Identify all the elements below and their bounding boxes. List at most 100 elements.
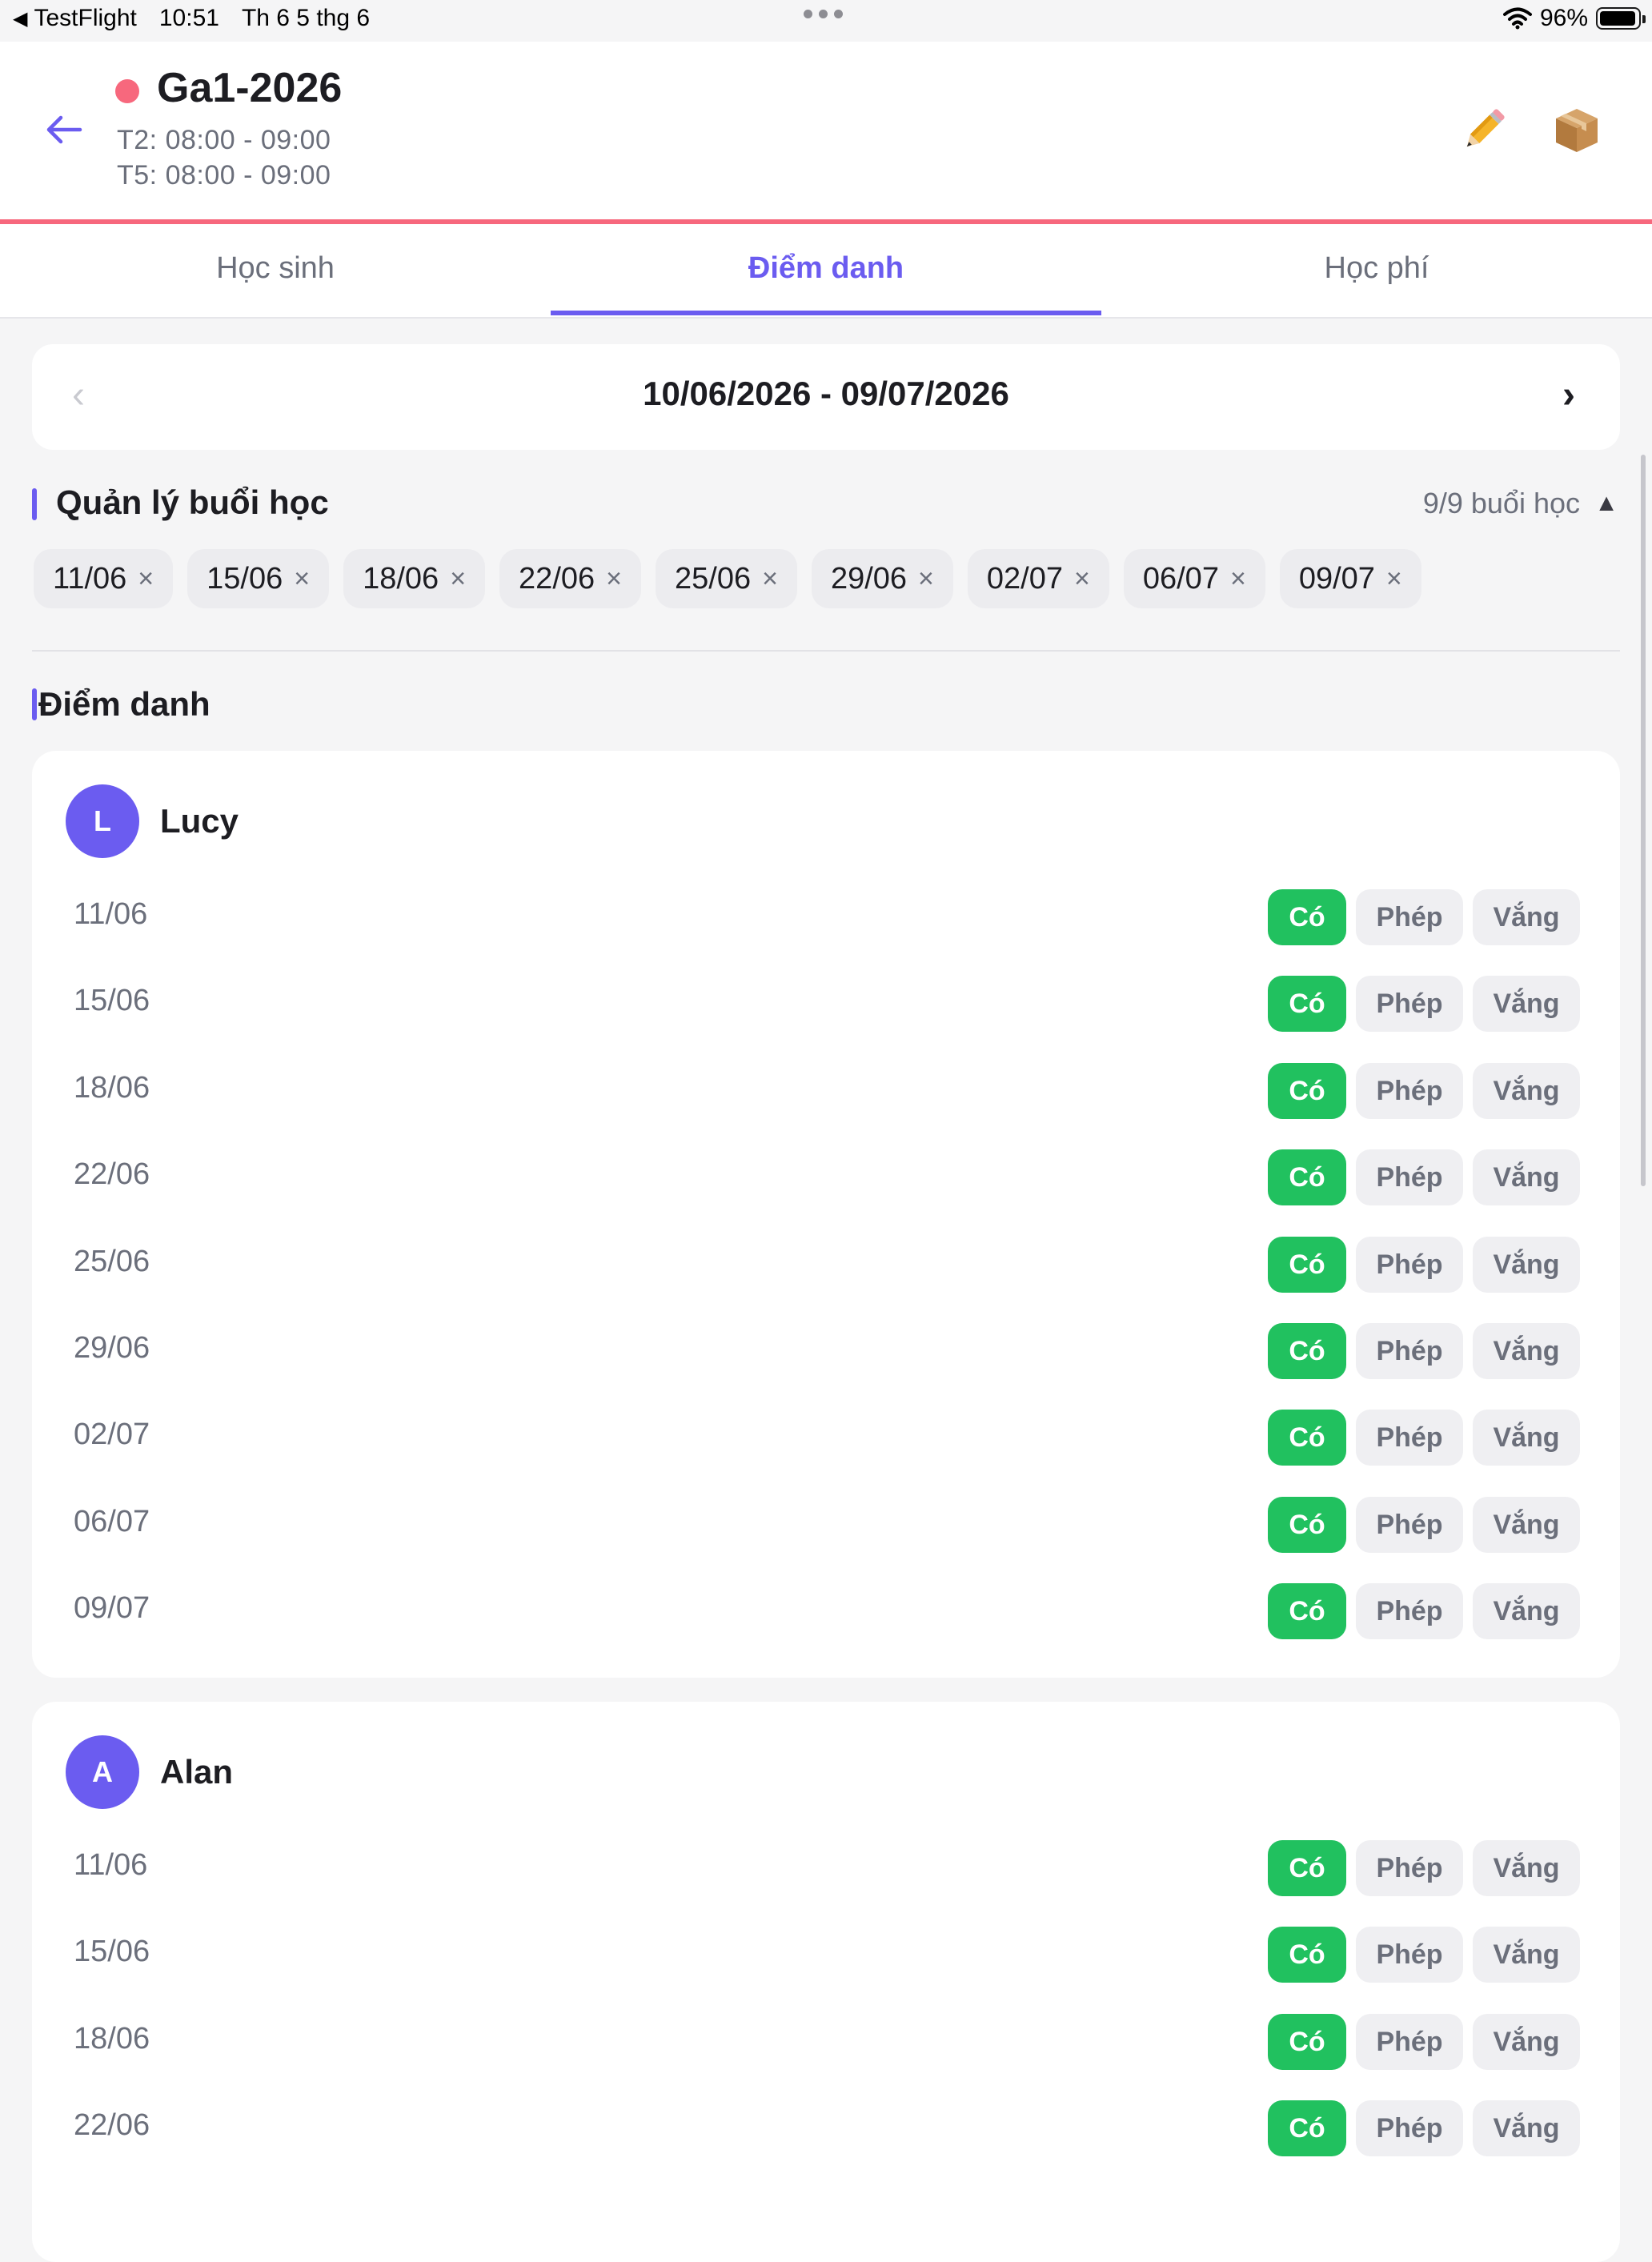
present-button[interactable]: Có [1268,1149,1346,1206]
present-button[interactable]: Có [1268,1496,1346,1553]
tab-bar: Học sinh Điểm danh Học phí [0,224,1652,319]
absent-button[interactable]: Vắng [1473,1410,1580,1466]
present-button[interactable]: Có [1268,2013,1346,2070]
present-button[interactable]: Có [1268,1236,1346,1293]
multitask-dots-icon[interactable] [804,10,843,18]
excused-button[interactable]: Phép [1356,976,1463,1033]
chevron-right-icon[interactable]: › [1562,373,1575,417]
absent-button[interactable]: Vắng [1473,1149,1580,1206]
excused-button[interactable]: Phép [1356,1410,1463,1466]
back-app-label[interactable]: TestFlight [34,5,136,32]
section-accent-bar [32,488,37,520]
absent-button[interactable]: Vắng [1473,1496,1580,1553]
excused-button[interactable]: Phép [1356,1927,1463,1983]
schedule-line: T2: 08:00 - 09:00 [117,125,331,155]
remove-session-icon[interactable]: × [762,563,778,595]
package-icon[interactable] [1551,104,1602,155]
absent-button[interactable]: Vắng [1473,1583,1580,1640]
present-button[interactable]: Có [1268,2100,1346,2157]
excused-button[interactable]: Phép [1356,1583,1463,1640]
excused-button[interactable]: Phép [1356,1236,1463,1293]
battery-percent: 96% [1539,5,1588,31]
present-button[interactable]: Có [1268,1583,1346,1640]
session-chip: 29/06 × [811,549,953,608]
avatar: L [66,784,139,858]
absent-button[interactable]: Vắng [1473,889,1580,945]
student-name: Alan [160,1753,234,1791]
excused-button[interactable]: Phép [1356,2100,1463,2157]
session-chip: 02/07 × [967,549,1109,608]
absent-button[interactable]: Vắng [1473,1062,1580,1119]
attendance-row: 22/06 Có Phép Vắng [32,1149,1620,1210]
excused-button[interactable]: Phép [1356,1062,1463,1119]
remove-session-icon[interactable]: × [294,563,310,595]
remove-session-icon[interactable]: × [606,563,622,595]
absent-button[interactable]: Vắng [1473,1840,1580,1896]
present-button[interactable]: Có [1268,1927,1346,1983]
attendance-row: 11/06 Có Phép Vắng [32,889,1620,950]
student-card: A Alan 11/06 Có Phép Vắng 15/06 Có Phép Vắng 18/06… [32,1702,1620,2262]
session-chip-list: 11/06 × 15/06 × 18/06 × 22/06 × 25/06 × 29/06 × 02/0… [34,549,1421,608]
status-bar-left: ◀ TestFlight 10:51 Th 6 5 thg 6 [13,5,370,32]
excused-button[interactable]: Phép [1356,889,1463,945]
absent-button[interactable]: Vắng [1473,2013,1580,2070]
absent-button[interactable]: Vắng [1473,1323,1580,1379]
present-button[interactable]: Có [1268,1323,1346,1379]
session-chip: 11/06 × [34,549,174,608]
absent-button[interactable]: Vắng [1473,976,1580,1033]
session-chip-label: 06/07 [1142,561,1219,596]
absent-button[interactable]: Vắng [1473,1927,1580,1983]
attendance-date: 18/06 [74,1070,150,1105]
remove-session-icon[interactable]: × [450,563,466,595]
scrollbar[interactable] [1641,455,1646,1186]
tab-tuition[interactable]: Học phí [1101,224,1652,317]
excused-button[interactable]: Phép [1356,1323,1463,1379]
excused-button[interactable]: Phép [1356,1496,1463,1553]
status-date: Th 6 5 thg 6 [241,5,371,31]
present-button[interactable]: Có [1268,976,1346,1033]
attendance-date: 11/06 [74,897,148,931]
attendance-row: 09/07 Có Phép Vắng [32,1583,1620,1644]
back-triangle-icon[interactable]: ◀ [13,7,27,30]
session-manager-title: Quản lý buổi học [56,483,329,521]
status-bar: ◀ TestFlight 10:51 Th 6 5 thg 6 96% [0,0,1652,42]
status-bar-right: 96% [1502,5,1646,32]
tab-students[interactable]: Học sinh [0,224,551,317]
avatar: A [66,1735,139,1809]
attendance-row: 15/06 Có Phép Vắng [32,976,1620,1037]
attendance-date: 15/06 [74,1935,150,1969]
present-button[interactable]: Có [1268,889,1346,945]
attendance-row: 02/07 Có Phép Vắng [32,1410,1620,1470]
present-button[interactable]: Có [1268,1840,1346,1896]
remove-session-icon[interactable]: × [1386,563,1402,595]
remove-session-icon[interactable]: × [1230,563,1246,595]
status-time: 10:51 [158,5,219,31]
section-accent-bar [32,688,37,720]
attendance-row: 18/06 Có Phép Vắng [32,2013,1620,2075]
session-chip: 25/06 × [656,549,797,608]
excused-button[interactable]: Phép [1356,1840,1463,1896]
session-chip-label: 22/06 [519,561,595,596]
attendance-date: 15/06 [74,984,150,1018]
session-chip: 15/06 × [187,549,330,608]
excused-button[interactable]: Phép [1356,2013,1463,2070]
attendance-date: 02/07 [74,1418,150,1452]
back-arrow-icon[interactable] [42,107,86,152]
tab-attendance[interactable]: Điểm danh [551,224,1101,317]
present-button[interactable]: Có [1268,1410,1346,1466]
session-chip-label: 29/06 [830,561,908,596]
remove-session-icon[interactable]: × [918,563,934,595]
student-card: L Lucy 11/06 Có Phép Vắng 15/06 Có Phép Vắng 18/06… [32,751,1620,1678]
absent-button[interactable]: Vắng [1473,2100,1580,2157]
attendance-date: 22/06 [74,2108,150,2143]
attendance-date: 18/06 [74,2021,150,2055]
pencil-icon[interactable] [1458,104,1510,155]
attendance-date: 22/06 [74,1157,150,1192]
collapse-up-icon[interactable]: ▲ [1594,490,1618,517]
absent-button[interactable]: Vắng [1473,1236,1580,1293]
excused-button[interactable]: Phép [1356,1149,1463,1206]
schedule-line: T5: 08:00 - 09:00 [117,160,331,191]
remove-session-icon[interactable]: × [138,563,154,595]
remove-session-icon[interactable]: × [1074,563,1090,595]
present-button[interactable]: Có [1268,1062,1346,1119]
